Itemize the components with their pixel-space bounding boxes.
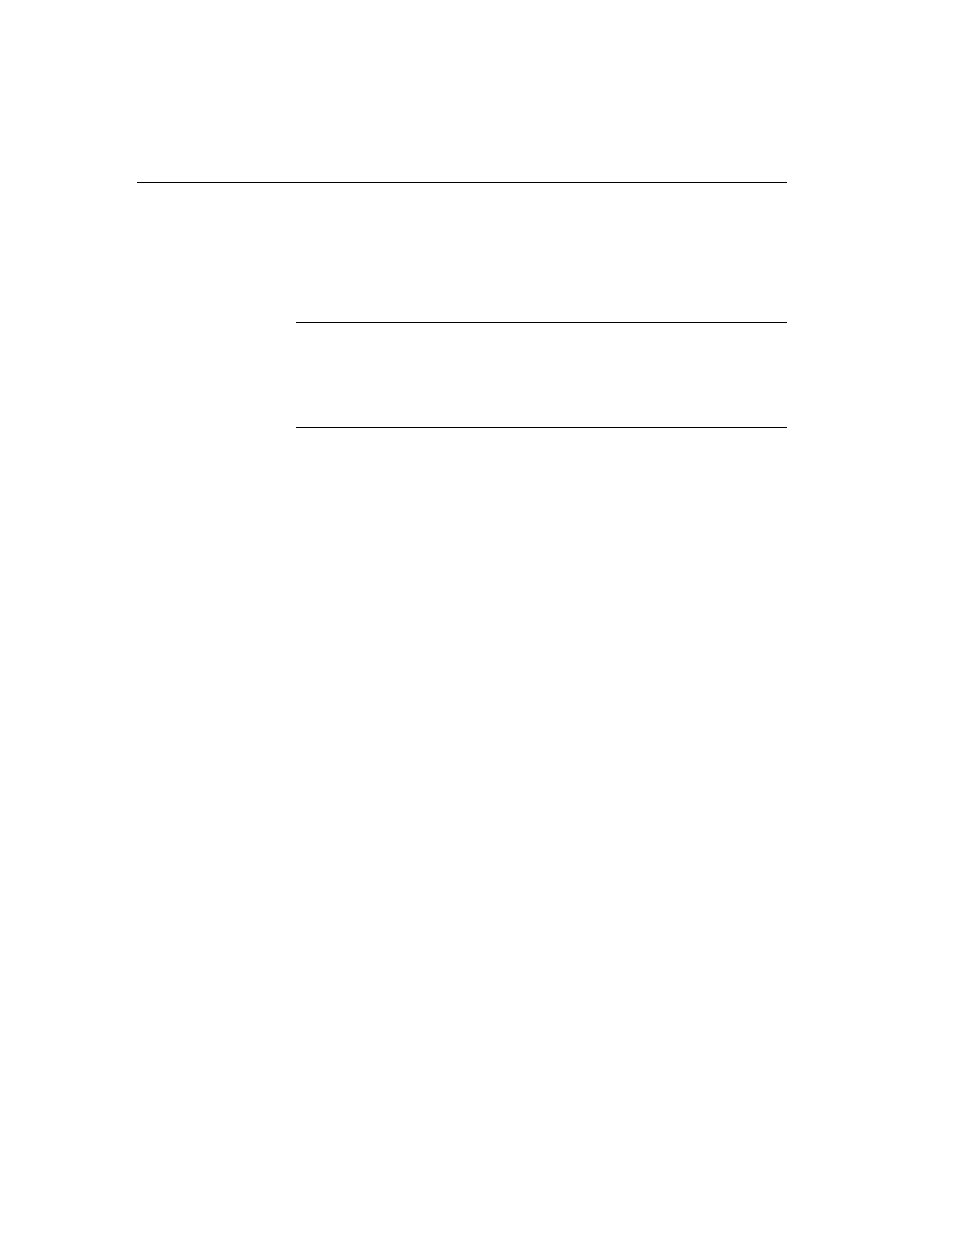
- horizontal-rule-2: [296, 322, 787, 323]
- document-page: [0, 0, 954, 1235]
- horizontal-rule-1: [137, 182, 787, 183]
- horizontal-rule-3: [296, 427, 787, 428]
